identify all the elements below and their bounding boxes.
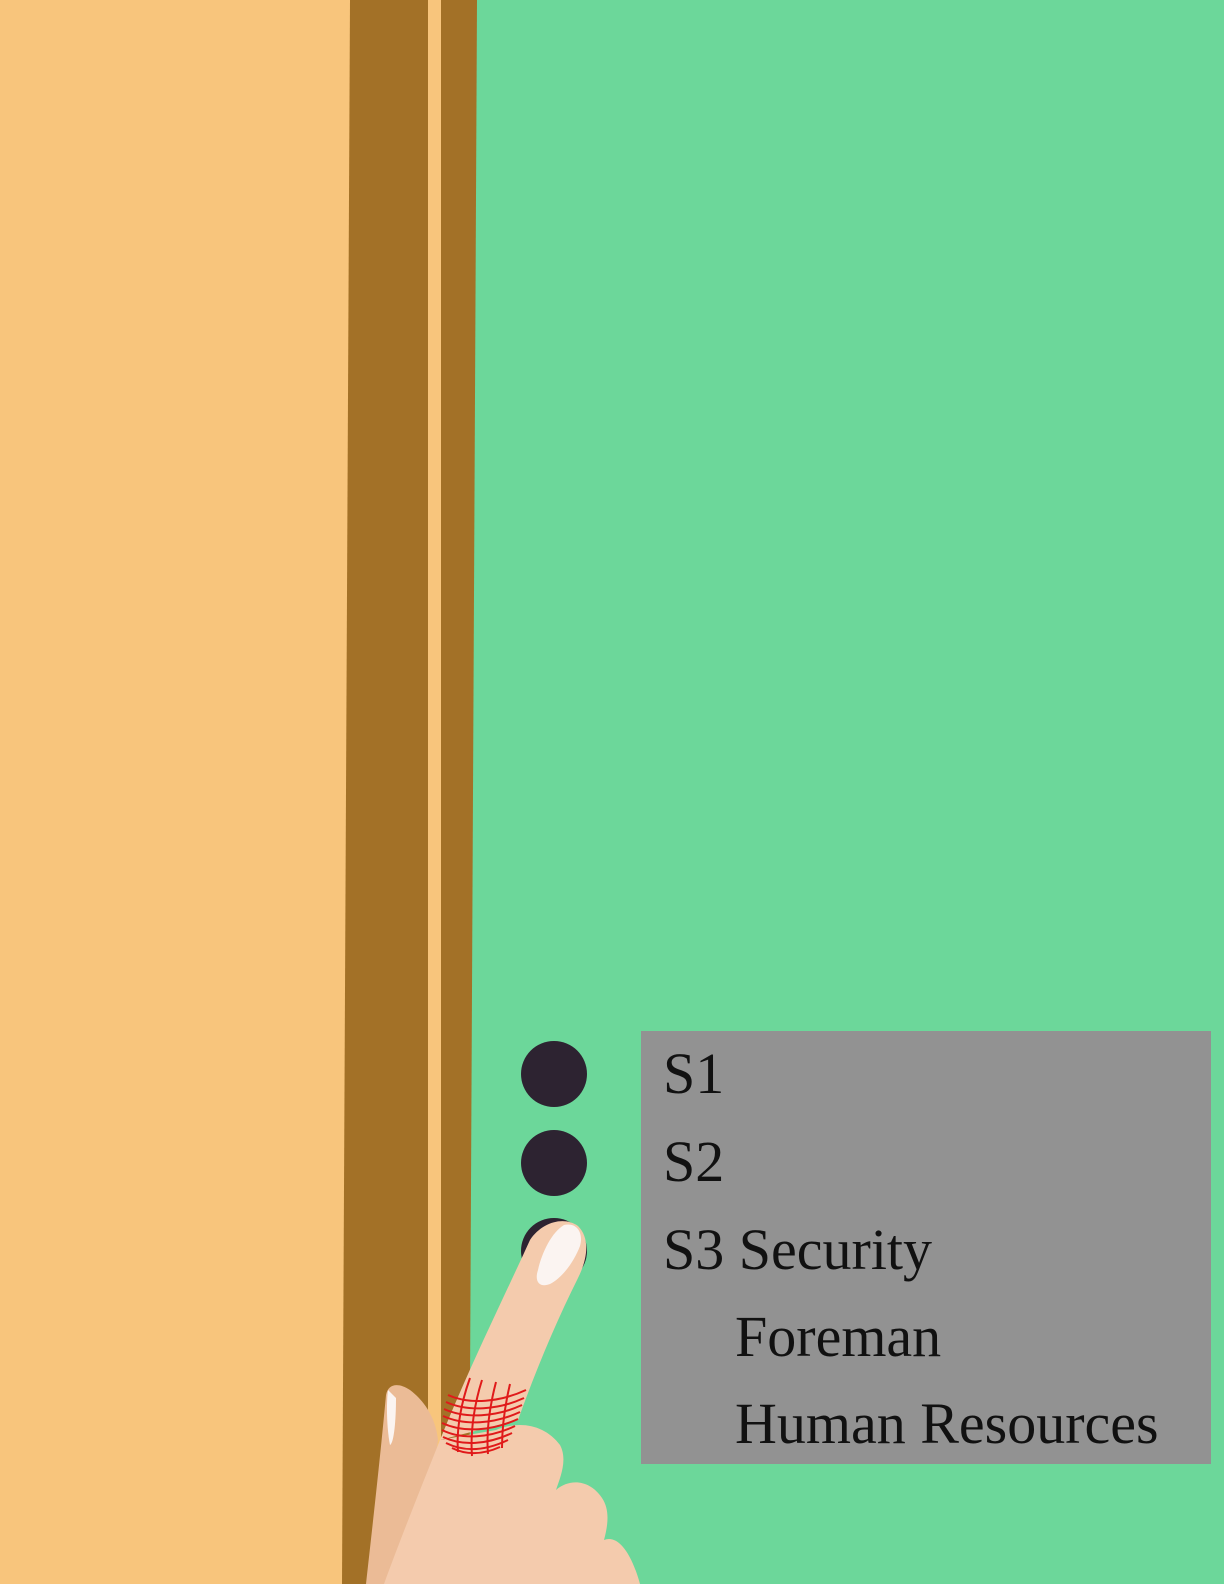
button-s1[interactable] bbox=[521, 1041, 587, 1107]
button-label-s3-line3: Human Resources bbox=[735, 1391, 1159, 1456]
door-frame bbox=[342, 0, 477, 1584]
door-frame-gap bbox=[428, 0, 441, 1584]
door bbox=[0, 0, 352, 1584]
button-s2[interactable] bbox=[521, 1130, 587, 1196]
button-label-s1: S1 bbox=[663, 1041, 725, 1106]
button-label-s2: S2 bbox=[663, 1129, 725, 1194]
button-label-s3-line2: Foreman bbox=[735, 1304, 942, 1369]
button-label-s3: S3 Security bbox=[663, 1217, 933, 1282]
